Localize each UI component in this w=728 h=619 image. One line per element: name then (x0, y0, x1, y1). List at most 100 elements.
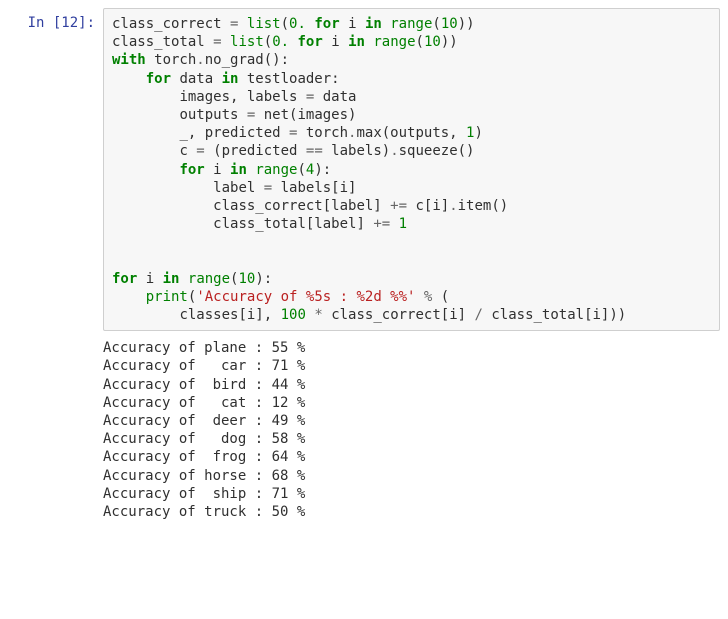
code-token: for (314, 16, 339, 32)
code-token: range (255, 162, 297, 178)
code-token (112, 162, 179, 178)
output-line: Accuracy of car : 71 % (103, 358, 305, 374)
code-token: i (323, 34, 348, 50)
code-token (112, 125, 179, 141)
code-token: 1 (399, 216, 407, 232)
code-token: ( (297, 162, 305, 178)
code-token: 10 (424, 34, 441, 50)
code-token: == (306, 143, 323, 159)
code-token: in (222, 71, 239, 87)
code-token: ( (416, 34, 424, 50)
output-line: Accuracy of truck : 50 % (103, 504, 305, 520)
code-token: item() (458, 198, 509, 214)
code-token: = (264, 180, 272, 196)
code-token: torch (146, 52, 197, 68)
code-token: in (365, 16, 382, 32)
code-token: list (230, 34, 264, 50)
output-line: Accuracy of ship : 71 % (103, 486, 305, 502)
code-token: . (449, 198, 457, 214)
code-token: ): (314, 162, 331, 178)
code-token: range (188, 271, 230, 287)
code-token (179, 271, 187, 287)
code-token: 0. (272, 34, 289, 50)
code-token: (predicted (205, 143, 306, 159)
code-token: . (196, 52, 204, 68)
code-token: labels) (323, 143, 390, 159)
code-token: class_correct[i] (323, 307, 475, 323)
code-token: )) (458, 16, 475, 32)
code-token (112, 89, 179, 105)
code-token: i (137, 271, 162, 287)
code-token: / (474, 307, 482, 323)
code-token (112, 307, 179, 323)
code-token (112, 143, 179, 159)
output-text: Accuracy of plane : 55 % Accuracy of car… (103, 339, 712, 521)
code-token: c[i] (407, 198, 449, 214)
code-token: += (373, 216, 390, 232)
code-token: 100 (281, 307, 306, 323)
code-token: ( (281, 16, 289, 32)
code-token: in (230, 162, 247, 178)
code-token: class_total[label] (213, 216, 373, 232)
code-token: classes[i], (179, 307, 280, 323)
code-token: for (146, 71, 171, 87)
code-token: testloader: (238, 71, 339, 87)
code-token: ) (474, 125, 482, 141)
code-token (382, 16, 390, 32)
code-token: += (390, 198, 407, 214)
code-token: ( (432, 16, 440, 32)
code-token: torch (297, 125, 348, 141)
code-token: labels[i] (272, 180, 356, 196)
code-token (112, 216, 213, 232)
code-token: = (213, 34, 221, 50)
code-token: class_correct[label] (213, 198, 390, 214)
code-token: data (314, 89, 356, 105)
code-token: * (314, 307, 322, 323)
code-token: i (340, 16, 365, 32)
code-token: print (146, 289, 188, 305)
code-token (222, 34, 230, 50)
code-token: list (247, 16, 281, 32)
code-cell: In [12]: class_correct = list(0. for i i… (8, 8, 720, 331)
code-token (238, 16, 246, 32)
code-token (112, 71, 146, 87)
input-prompt: In [12]: (8, 8, 103, 38)
code-token: _, predicted (179, 125, 289, 141)
code-token: in (348, 34, 365, 50)
code-token: class_correct (112, 16, 230, 32)
code-input-area[interactable]: class_correct = list(0. for i in range(1… (103, 8, 720, 331)
code-token: 0. (289, 16, 306, 32)
code-token: ( (264, 34, 272, 50)
code-token: data (171, 71, 222, 87)
code-token (112, 107, 179, 123)
output-line: Accuracy of bird : 44 % (103, 377, 305, 393)
code-token: max(outputs, (356, 125, 466, 141)
code-token: squeeze() (399, 143, 475, 159)
code-token (390, 216, 398, 232)
code-token: for (297, 34, 322, 50)
code-token: images, labels (179, 89, 305, 105)
code-block[interactable]: class_correct = list(0. for i in range(1… (112, 15, 711, 324)
code-token: with (112, 52, 146, 68)
code-token: = (196, 143, 204, 159)
code-token: label (213, 180, 264, 196)
output-line: Accuracy of dog : 58 % (103, 431, 305, 447)
code-token (415, 289, 423, 305)
code-token (112, 198, 213, 214)
code-token: class_total (112, 34, 213, 50)
code-token: 10 (238, 271, 255, 287)
code-token: range (390, 16, 432, 32)
output-cell: Out[12]: Accuracy of plane : 55 % Accura… (8, 331, 720, 527)
code-token: in (163, 271, 180, 287)
code-token: outputs (179, 107, 246, 123)
code-token: for (112, 271, 137, 287)
code-token: range (373, 34, 415, 50)
code-token: i (205, 162, 230, 178)
output-line: Accuracy of plane : 55 % (103, 340, 305, 356)
code-output-area: Accuracy of plane : 55 % Accuracy of car… (103, 331, 720, 527)
output-line: Accuracy of cat : 12 % (103, 395, 305, 411)
output-line: Accuracy of deer : 49 % (103, 413, 305, 429)
code-token: no_grad(): (205, 52, 289, 68)
code-token: ): (255, 271, 272, 287)
code-token: . (390, 143, 398, 159)
